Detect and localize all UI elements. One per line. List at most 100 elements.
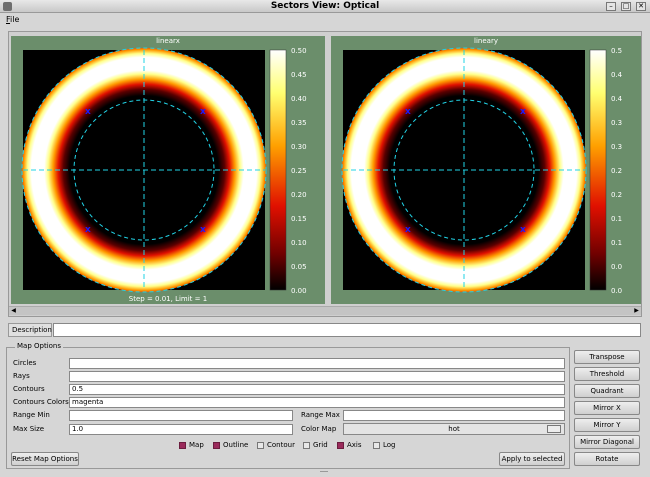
map-options-legend: Map Options <box>15 342 64 350</box>
marker-x: x <box>85 225 91 235</box>
colorbar-tick-label: 0.3 <box>611 119 622 127</box>
checkbox-label: Log <box>383 441 396 449</box>
minimize-button[interactable]: – <box>606 2 616 11</box>
marker-x: x <box>405 225 411 235</box>
colorbar-tick-label: 0.05 <box>291 263 307 271</box>
colorbar-tick-label: 0.10 <box>291 239 307 247</box>
maximize-button[interactable]: □ <box>621 2 631 11</box>
transpose-button[interactable]: Transpose <box>574 350 640 364</box>
contours-colors-input[interactable]: magenta <box>69 397 565 408</box>
contours-input[interactable]: 0.5 <box>69 384 565 395</box>
description-input[interactable] <box>53 323 641 337</box>
threshold-button[interactable]: Threshold <box>574 367 640 381</box>
resize-grip[interactable] <box>320 471 328 475</box>
checkbox-label: Outline <box>223 441 249 449</box>
colorbar-tick-label: 0.00 <box>291 287 307 295</box>
mirror-diagonal-button[interactable]: Mirror Diagonal <box>574 435 640 449</box>
plot-panel-lineary[interactable]: lineary x x x x 0.5 0.4 0.4 0.3 0.3 0.2 … <box>331 36 641 304</box>
checkbox-icon <box>303 441 310 449</box>
colorbar <box>269 49 287 291</box>
rays-label: Rays <box>13 372 30 380</box>
title-bar: Sectors View: Optical – □ ✕ <box>0 0 650 13</box>
colorbar-tick-label: 0.5 <box>611 47 622 55</box>
colorbar-tick-label: 0.50 <box>291 47 307 55</box>
checkbox-contour[interactable]: Contour <box>257 440 295 450</box>
colorbar-tick-label: 0.2 <box>611 191 622 199</box>
apply-to-selected-button[interactable]: Apply to selected <box>499 452 565 466</box>
colorbar-tick-label: 0.40 <box>291 95 307 103</box>
checkbox-outline[interactable]: Outline <box>213 440 248 450</box>
contours-colors-label: Contours Colors <box>13 398 69 406</box>
quadrant-button[interactable]: Quadrant <box>574 384 640 398</box>
marker-x: x <box>405 107 411 117</box>
colorbar-tick-label: 0.0 <box>611 287 622 295</box>
window-title: Sectors View: Optical <box>270 1 380 11</box>
colorbar-tick-label: 0.30 <box>291 143 307 151</box>
plot-svg: x x x x 0.50.40.40.30.30.20.20.10.10.00.… <box>341 47 623 295</box>
checkbox-map[interactable]: Map <box>179 440 204 450</box>
color-map-value: hot <box>448 425 460 433</box>
checkbox-icon <box>213 441 220 449</box>
mirror-x-button[interactable]: Mirror X <box>574 401 640 415</box>
checkbox-axis[interactable]: Axis <box>337 440 362 450</box>
checkbox-label: Contour <box>267 441 295 449</box>
scroll-left-arrow-icon[interactable]: ◀ <box>9 307 18 315</box>
marker-x: x <box>200 225 206 235</box>
max-size-input[interactable]: 1.0 <box>69 424 293 435</box>
checkbox-icon <box>257 441 264 449</box>
map-options-group: Map Options Circles Rays Contours 0.5 Co… <box>6 342 570 469</box>
transform-buttons: Transpose Threshold Quadrant Mirror X Mi… <box>574 350 644 468</box>
colorbar-tick-label: 0.0 <box>611 263 622 271</box>
checkbox-log[interactable]: Log <box>373 440 396 450</box>
colorbar-tick-label: 0.15 <box>291 215 307 223</box>
colorbar-tick-label: 0.25 <box>291 167 307 175</box>
plot-svg: x x x x 0.50 0.45 0.40 0.35 0.30 0.25 0.20 0.15… <box>21 47 307 295</box>
checkbox-grid[interactable]: Grid <box>303 440 328 450</box>
range-max-label: Range Max <box>301 411 340 419</box>
range-min-label: Range Min <box>13 411 50 419</box>
checkbox-label: Axis <box>347 441 362 449</box>
reset-map-options-button[interactable]: Reset Map Options <box>11 452 79 466</box>
marker-x: x <box>520 107 526 117</box>
close-button[interactable]: ✕ <box>636 2 646 11</box>
scroll-right-arrow-icon[interactable]: ▶ <box>632 307 641 315</box>
description-label: Description <box>8 323 52 337</box>
colorbar-ticks: 0.5 0.4 0.4 0.3 0.3 0.2 0.2 0.1 0.1 0.0 0.0 <box>611 47 623 295</box>
checkbox-icon <box>337 441 344 449</box>
colorbar-tick-label: 0.20 <box>291 191 307 199</box>
checkbox-label: Grid <box>313 441 328 449</box>
horizontal-scrollbar[interactable]: ◀ ▶ <box>9 306 641 315</box>
plot-footer: Step = 0.01, Limit = 1 <box>128 295 208 303</box>
colorbar-tick-label: 0.4 <box>611 95 623 103</box>
colorbar-tick-label: 0.4 <box>611 71 623 79</box>
rays-input[interactable] <box>69 371 565 382</box>
colorbar-tick-label: 0.2 <box>611 167 622 175</box>
menu-file[interactable]: File <box>6 15 19 24</box>
range-max-input[interactable] <box>343 410 565 421</box>
marker-x: x <box>200 107 206 117</box>
circles-input[interactable] <box>69 358 565 369</box>
description-row: Description <box>8 323 642 339</box>
max-size-label: Max Size <box>13 425 45 433</box>
rotate-button[interactable]: Rotate <box>574 452 640 466</box>
dropdown-icon <box>547 425 561 433</box>
colorbar <box>589 49 607 291</box>
checkbox-label: Map <box>189 441 204 449</box>
plot-panel-linearx[interactable]: linearx x x x x 0.50 0.45 0.40 0.35 0.30… <box>11 36 325 304</box>
colorbar-tick-label: 0.3 <box>611 143 622 151</box>
range-min-input[interactable] <box>69 410 293 421</box>
colorbar-tick-label: 0.1 <box>611 239 622 247</box>
colorbar-tick-label: 0.35 <box>291 119 307 127</box>
checkbox-icon <box>373 441 380 449</box>
colorbar-ticks: 0.50 0.45 0.40 0.35 0.30 0.25 0.20 0.15 0.10 0.05… <box>291 47 307 295</box>
color-map-label: Color Map <box>301 425 337 433</box>
colorbar-tick-label: 0.45 <box>291 71 307 79</box>
color-map-select[interactable]: hot <box>343 423 565 435</box>
marker-x: x <box>520 225 526 235</box>
contours-label: Contours <box>13 385 45 393</box>
menu-bar: File <box>0 14 650 27</box>
colorbar-tick-label: 0.1 <box>611 215 622 223</box>
checkbox-icon <box>179 441 186 449</box>
mirror-y-button[interactable]: Mirror Y <box>574 418 640 432</box>
marker-x: x <box>85 107 91 117</box>
